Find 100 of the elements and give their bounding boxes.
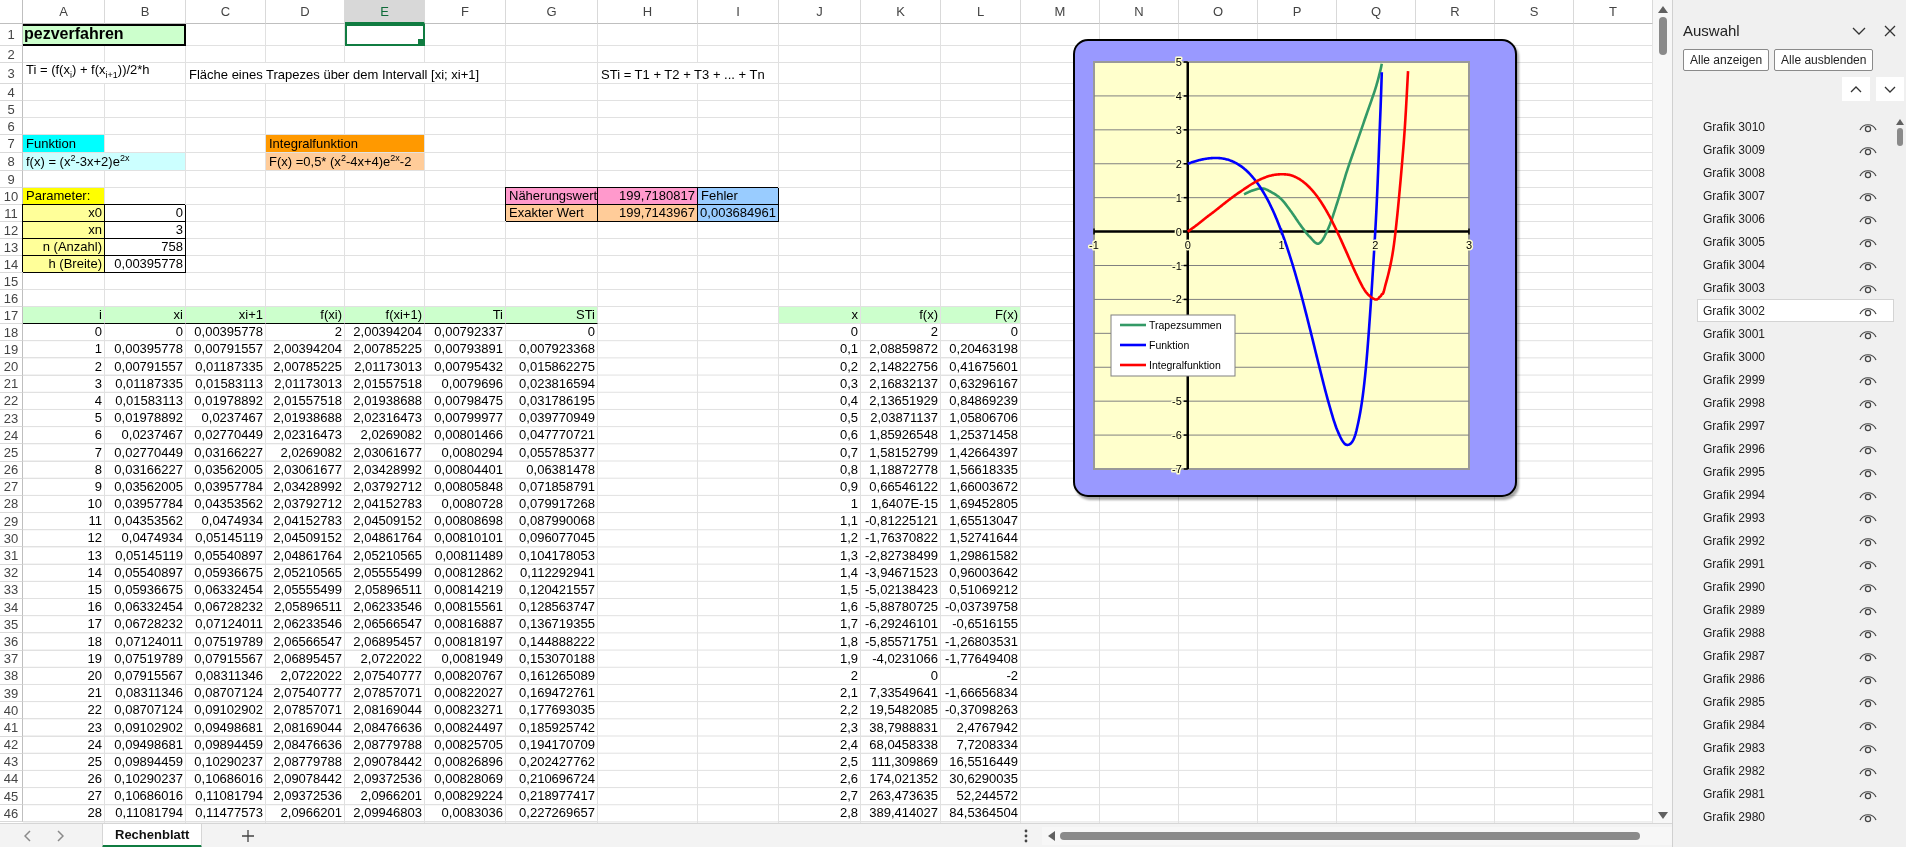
scrollbar-thumb[interactable] <box>1658 17 1667 55</box>
column-header[interactable]: I <box>698 0 779 24</box>
column-header[interactable]: E <box>345 0 425 24</box>
object-list-item[interactable]: Grafik 2999 <box>1697 368 1894 391</box>
object-list-item[interactable]: Grafik 3003 <box>1697 276 1894 299</box>
column-header[interactable]: R <box>1416 0 1495 24</box>
column-header[interactable]: F <box>425 0 506 24</box>
object-list-item[interactable]: Grafik 2985 <box>1697 690 1894 713</box>
object-list-item[interactable]: Grafik 2998 <box>1697 391 1894 414</box>
pane-button[interactable]: Alle ausblenden <box>1774 49 1874 71</box>
scrollbar-thumb[interactable] <box>1897 128 1903 146</box>
row-header[interactable]: 15 <box>0 273 23 290</box>
row-header[interactable]: 41 <box>0 719 23 737</box>
chevron-right-icon[interactable] <box>56 829 64 842</box>
row-header[interactable]: 30 <box>0 530 23 548</box>
column-header[interactable]: D <box>266 0 345 24</box>
horizontal-scrollbar[interactable] <box>1042 826 1672 845</box>
row-header[interactable]: 6 <box>0 118 23 135</box>
object-list-item[interactable]: Grafik 2994 <box>1697 483 1894 506</box>
row-header[interactable]: 16 <box>0 290 23 307</box>
row-header[interactable]: 10 <box>0 188 23 205</box>
column-header[interactable]: J <box>779 0 861 24</box>
column-header[interactable]: Q <box>1337 0 1416 24</box>
object-list-item[interactable]: Grafik 2980 <box>1697 805 1894 828</box>
row-header[interactable]: 5 <box>0 101 23 118</box>
column-header[interactable]: C <box>186 0 266 24</box>
object-list-item[interactable]: Grafik 2988 <box>1697 621 1894 644</box>
row-header[interactable]: 34 <box>0 599 23 617</box>
object-list-item[interactable]: Grafik 3007 <box>1697 184 1894 207</box>
row-header[interactable]: 17 <box>0 307 23 324</box>
column-header[interactable]: G <box>506 0 598 24</box>
object-list-item[interactable]: Grafik 2986 <box>1697 667 1894 690</box>
row-header[interactable]: 1 <box>0 24 23 46</box>
column-header[interactable]: B <box>105 0 186 24</box>
column-header[interactable]: L <box>941 0 1021 24</box>
arrow-down-icon[interactable] <box>1657 812 1668 819</box>
row-header[interactable]: 19 <box>0 341 23 359</box>
row-header[interactable]: 18 <box>0 324 23 342</box>
column-header[interactable]: A <box>23 0 105 24</box>
arrow-up-icon[interactable] <box>1896 119 1904 125</box>
row-header[interactable]: 8 <box>0 153 23 171</box>
object-list-item[interactable]: Grafik 3008 <box>1697 161 1894 184</box>
object-list-item[interactable]: Grafik 2996 <box>1697 437 1894 460</box>
column-header[interactable]: N <box>1100 0 1179 24</box>
chevron-down-icon[interactable] <box>1852 26 1866 35</box>
row-header[interactable]: 46 <box>0 805 23 823</box>
column-header[interactable]: H <box>598 0 698 24</box>
object-list-item[interactable]: Grafik 2997 <box>1697 414 1894 437</box>
column-header[interactable]: K <box>861 0 941 24</box>
chevron-down-icon[interactable] <box>1884 84 1896 94</box>
scrollbar-thumb[interactable] <box>1060 831 1640 840</box>
column-header[interactable]: P <box>1258 0 1337 24</box>
object-list-item[interactable]: Grafik 2990 <box>1697 575 1894 598</box>
object-list-item[interactable]: Grafik 3002 <box>1697 299 1894 322</box>
object-list-item[interactable]: Grafik 2991 <box>1697 552 1894 575</box>
row-header[interactable]: 35 <box>0 616 23 634</box>
column-header[interactable]: T <box>1574 0 1653 24</box>
sheet-tab[interactable]: Rechenblatt <box>102 823 203 847</box>
object-list-item[interactable]: Grafik 3001 <box>1697 322 1894 345</box>
row-header[interactable]: 29 <box>0 513 23 531</box>
row-header[interactable]: 31 <box>0 547 23 565</box>
chevron-up-icon[interactable] <box>1850 84 1862 94</box>
object-list-item[interactable]: Grafik 3009 <box>1697 138 1894 161</box>
object-list-item[interactable]: Grafik 2984 <box>1697 713 1894 736</box>
column-header[interactable]: M <box>1021 0 1100 24</box>
row-header[interactable]: 24 <box>0 427 23 445</box>
row-header[interactable]: 25 <box>0 444 23 462</box>
arrow-up-icon[interactable] <box>1657 6 1668 13</box>
row-header[interactable]: 2 <box>0 46 23 63</box>
row-header[interactable]: 20 <box>0 358 23 376</box>
more-icon[interactable] <box>1024 828 1028 843</box>
row-header[interactable]: 4 <box>0 84 23 101</box>
object-list-item[interactable]: Grafik 2987 <box>1697 644 1894 667</box>
object-list-item[interactable]: Grafik 2981 <box>1697 782 1894 805</box>
row-header[interactable]: 3 <box>0 63 23 84</box>
object-list-item[interactable]: Grafik 3000 <box>1697 345 1894 368</box>
object-list-item[interactable]: Grafik 3005 <box>1697 230 1894 253</box>
object-list-item[interactable]: Grafik 3006 <box>1697 207 1894 230</box>
column-header[interactable]: O <box>1179 0 1258 24</box>
selected-cell[interactable] <box>345 24 425 46</box>
object-list-item[interactable]: Grafik 2989 <box>1697 598 1894 621</box>
object-list-item[interactable]: Grafik 2995 <box>1697 460 1894 483</box>
row-header[interactable]: 45 <box>0 788 23 806</box>
object-list-item[interactable]: Grafik 3010 <box>1697 115 1894 138</box>
row-header[interactable]: 40 <box>0 702 23 720</box>
plus-icon[interactable] <box>242 829 255 842</box>
arrow-left-icon[interactable] <box>1048 830 1055 841</box>
row-header[interactable]: 36 <box>0 633 23 651</box>
object-list-item[interactable]: Grafik 2992 <box>1697 529 1894 552</box>
row-header[interactable]: 9 <box>0 171 23 188</box>
close-icon[interactable] <box>1884 24 1896 37</box>
vertical-scrollbar[interactable] <box>1652 0 1672 823</box>
chevron-left-icon[interactable] <box>24 829 32 842</box>
object-list-item[interactable]: Grafik 3004 <box>1697 253 1894 276</box>
row-header[interactable]: 7 <box>0 135 23 153</box>
column-header[interactable]: S <box>1495 0 1574 24</box>
object-list-item[interactable]: Grafik 2983 <box>1697 736 1894 759</box>
object-list-item[interactable]: Grafik 2993 <box>1697 506 1894 529</box>
pane-button[interactable]: Alle anzeigen <box>1683 49 1770 71</box>
object-list-item[interactable]: Grafik 2982 <box>1697 759 1894 782</box>
